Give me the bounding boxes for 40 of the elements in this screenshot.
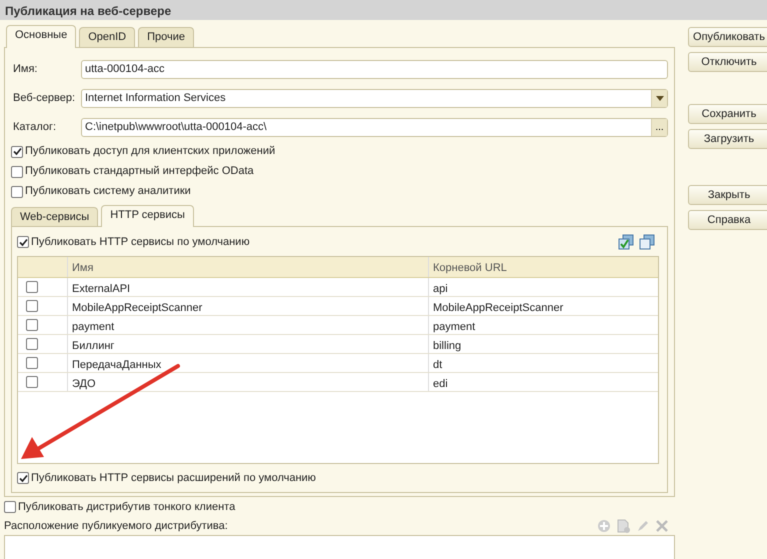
tab[interactable]: Прочие (138, 27, 194, 46)
input-field[interactable]: C:\inetpub\wwwroot\utta-000104-acc\ ... (81, 118, 668, 136)
field-label: Имя: (12, 62, 38, 77)
table-cell: ЭДО (68, 373, 429, 391)
dropdown-field[interactable]: Internet Information Services (81, 88, 668, 108)
checkbox-label: Публиковать стандартный интерфейс OData (25, 164, 254, 180)
table-cell: ПередачаДанных (68, 354, 429, 372)
table-cell: Биллинг (68, 335, 429, 353)
table-cell: ExternalAPI (68, 278, 429, 296)
action-button[interactable]: Отключить (688, 52, 767, 72)
table-cell-text: payment (432, 320, 476, 334)
checkbox-label: Публиковать HTTP сервисы по умолчанию (31, 234, 250, 250)
table-cell: MobileAppReceiptScanner (68, 297, 429, 315)
column-header[interactable]: Корневой URL (429, 257, 658, 277)
table-cell: payment (68, 316, 429, 334)
tab[interactable]: OpenID (79, 27, 136, 46)
action-button[interactable]: Справка (688, 210, 767, 230)
tab[interactable]: Web-сервисы (11, 206, 98, 226)
action-button[interactable]: Сохранить (688, 104, 767, 124)
section-label: Расположение публикуемого дистрибутива: (4, 518, 228, 534)
browse-button[interactable]: ... (651, 118, 667, 136)
input-field[interactable]: utta-000104-acc (81, 60, 668, 78)
field-label: Каталог: (12, 120, 58, 135)
table-cell-text: api (432, 282, 449, 296)
checkbox-label: Публиковать доступ для клиентских приложений (25, 144, 276, 160)
field-label: Веб-сервер: (12, 90, 76, 106)
table-cell-text: dt (432, 358, 444, 372)
checkbox-label: Публиковать HTTP сервисы расширений по умолчанию (31, 470, 316, 486)
window-title: Публикация на веб-сервере (0, 0, 767, 20)
table-cell-text: MobileAppReceiptScanner (432, 301, 564, 315)
action-button[interactable]: Загрузить (688, 129, 767, 149)
table-cell-text: billing (432, 339, 462, 353)
action-button[interactable]: Опубликовать (688, 27, 767, 47)
action-button[interactable]: Закрыть (688, 185, 767, 205)
table-cell-text: edi (432, 377, 449, 391)
tab[interactable]: Основные (6, 25, 76, 48)
checkbox-label: Публиковать систему аналитики (25, 184, 191, 200)
column-header[interactable]: Имя (68, 257, 429, 277)
tab[interactable]: HTTP сервисы (101, 204, 194, 227)
checkbox-label: Публиковать дистрибутив тонкого клиента (18, 500, 236, 515)
